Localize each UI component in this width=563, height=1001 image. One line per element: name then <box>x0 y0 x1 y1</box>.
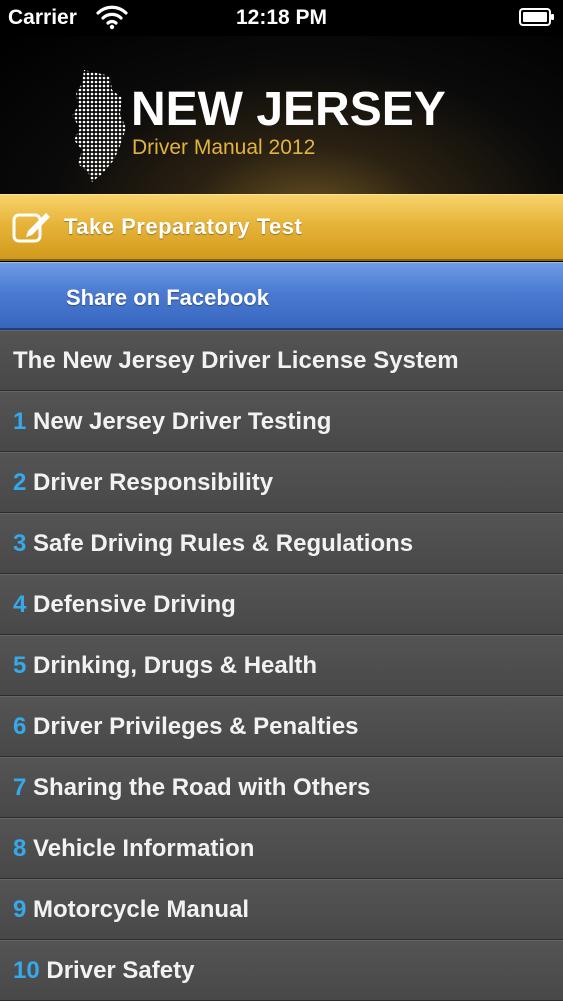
chapter-label: Safe Driving Rules & Regulations <box>33 530 414 557</box>
share-on-facebook-button[interactable]: Share on Facebook <box>0 262 563 330</box>
chapter-number: 1 <box>13 408 27 435</box>
status-bar: Carrier 12:18 PM <box>0 0 563 36</box>
chapter-item-9[interactable]: 9 Motorcycle Manual <box>0 879 563 940</box>
chapter-item-5[interactable]: 5 Drinking, Drugs & Health <box>0 635 563 696</box>
chapter-number: 7 <box>13 774 27 801</box>
app-header: NEW JERSEY Driver Manual 2012 <box>0 36 563 194</box>
chapter-number: 10 <box>13 957 40 984</box>
new-jersey-map-icon <box>70 68 128 189</box>
chapter-item-1[interactable]: 1 New Jersey Driver Testing <box>0 391 563 452</box>
chapter-item-8[interactable]: 8 Vehicle Information <box>0 818 563 879</box>
chapter-item-license-system[interactable]: The New Jersey Driver License System <box>0 330 563 391</box>
chapter-label: Sharing the Road with Others <box>33 774 371 801</box>
chapter-item-3[interactable]: 3 Safe Driving Rules & Regulations <box>0 513 563 574</box>
app-title: NEW JERSEY <box>131 83 446 136</box>
chapter-number: 2 <box>13 469 27 496</box>
chapter-label: New Jersey Driver Testing <box>33 408 332 435</box>
chapter-item-10[interactable]: 10 Driver Safety <box>0 940 563 1001</box>
chapter-item-4[interactable]: 4 Defensive Driving <box>0 574 563 635</box>
chapter-label: Driver Responsibility <box>33 469 274 496</box>
chapter-label: The New Jersey Driver License System <box>13 347 459 374</box>
chapter-item-2[interactable]: 2 Driver Responsibility <box>0 452 563 513</box>
chapter-label: Driver Safety <box>46 957 195 984</box>
chapter-number: 9 <box>13 896 27 923</box>
chapter-number: 3 <box>13 530 27 557</box>
edit-icon <box>12 209 52 250</box>
app-subtitle: Driver Manual 2012 <box>132 136 316 159</box>
take-preparatory-test-label: Take Preparatory Test <box>64 214 303 239</box>
battery-icon <box>519 8 555 32</box>
chapter-label: Motorcycle Manual <box>33 896 250 923</box>
chapter-label: Drinking, Drugs & Health <box>33 652 318 679</box>
chapter-number: 5 <box>13 652 27 679</box>
chapter-item-6[interactable]: 6 Driver Privileges & Penalties <box>0 696 563 757</box>
chapter-list: The New Jersey Driver License System 1 N… <box>0 330 563 1001</box>
chapter-label: Defensive Driving <box>33 591 236 618</box>
chapter-item-7[interactable]: 7 Sharing the Road with Others <box>0 757 563 818</box>
status-time: 12:18 PM <box>235 6 328 29</box>
share-on-facebook-label: Share on Facebook <box>66 285 269 310</box>
chapter-number: 4 <box>13 591 27 618</box>
chapter-label: Driver Privileges & Penalties <box>33 713 359 740</box>
chapter-number: 8 <box>13 835 27 862</box>
take-preparatory-test-button[interactable]: Take Preparatory Test <box>0 194 563 261</box>
chapter-number: 6 <box>13 713 27 740</box>
chapter-label: Vehicle Information <box>33 835 255 862</box>
